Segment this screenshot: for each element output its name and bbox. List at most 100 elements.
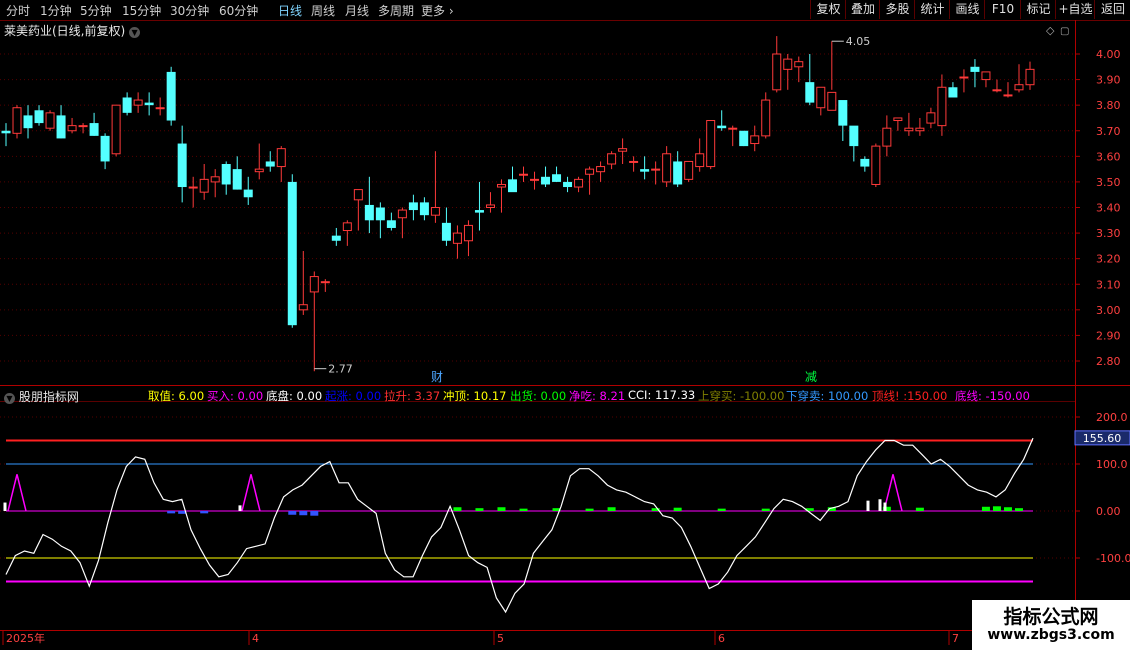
candle-body — [1003, 94, 1013, 97]
candle-body — [970, 66, 980, 72]
candle-body — [507, 179, 517, 193]
indicator-histogram-bar — [761, 508, 770, 511]
candle-body — [496, 183, 506, 188]
candle-body — [78, 125, 88, 128]
candle-body — [309, 276, 319, 293]
price-axis-label: 3.10 — [1096, 278, 1121, 291]
indicator-value-1: 买入: 0.00 — [207, 389, 264, 403]
candle-body — [1025, 68, 1035, 86]
candle-body — [552, 174, 562, 182]
indicator-histogram-bar — [1014, 508, 1023, 511]
date-axis-label: 6 — [718, 632, 725, 645]
low-price-label: 2.77 — [328, 363, 353, 376]
price-axis-label: 3.90 — [1096, 74, 1121, 87]
indicator-histogram-bar — [288, 511, 297, 515]
candle-body — [926, 112, 936, 124]
candle-body — [772, 53, 782, 91]
indicator-value-2: 底盘: 0.00 — [266, 389, 323, 403]
candle-body — [408, 202, 418, 211]
logo-line2: www.zbgs3.com — [987, 627, 1115, 643]
candle-body — [563, 181, 573, 188]
candle-body — [23, 115, 33, 129]
indicator-histogram-bar — [673, 507, 682, 511]
candle-body — [100, 135, 110, 162]
candle-body — [232, 169, 242, 190]
chart-canvas[interactable]: 4.00 3.90 3.80 3.70 3.60 3.50 3.40 3.30 3.20 3.10… — [0, 0, 1130, 650]
indicator-value-10: 下穿卖: 100.00 — [786, 389, 869, 403]
candle-body — [243, 189, 253, 198]
candle-body — [331, 235, 341, 241]
candle-body — [364, 204, 374, 221]
indicator-histogram-bar — [915, 507, 924, 511]
candle-body — [530, 178, 540, 181]
buy-signal-triangle — [883, 474, 903, 512]
chevron-down-icon[interactable]: ▼ — [4, 393, 15, 404]
candle-body — [585, 168, 595, 175]
date-axis-label: 4 — [252, 632, 259, 645]
candle-body — [640, 169, 650, 172]
candle-body — [474, 210, 484, 213]
price-axis-label: 2.80 — [1096, 355, 1121, 368]
candle-body — [419, 202, 429, 216]
candle-body — [397, 209, 407, 219]
price-axis-label: 3.30 — [1096, 227, 1121, 240]
candle-body — [827, 91, 837, 111]
candle-body — [618, 148, 628, 152]
candle-body — [177, 143, 187, 188]
candle-body — [937, 86, 947, 127]
candle-body — [221, 164, 231, 185]
candle-body — [541, 176, 551, 185]
price-axis-label: 3.80 — [1096, 99, 1121, 112]
logo-line1: 指标公式网 — [1003, 606, 1099, 628]
indicator-histogram-bar — [981, 506, 990, 511]
indicator-value-9: 上穿买: -100.00 — [698, 389, 785, 403]
indicator-axis-label: 0.00 — [1096, 505, 1121, 518]
candle-body — [948, 87, 958, 98]
current-value-label: 155.60 — [1083, 432, 1122, 445]
candle-body — [320, 281, 330, 284]
candle-body — [673, 161, 683, 185]
indicator-value-11: 顶线! :150.00 — [872, 389, 948, 403]
candle-body — [276, 148, 286, 168]
indicator-histogram-bar — [167, 511, 176, 514]
indicator-histogram-bar — [475, 508, 484, 511]
candle-body — [684, 160, 694, 180]
indicator-histogram-bar — [310, 511, 319, 516]
candle-body — [915, 127, 925, 132]
candle-body — [133, 99, 143, 106]
indicator-title: ▼ 股朋指标网 — [4, 388, 79, 405]
candle-body — [596, 166, 606, 173]
candle-body — [706, 120, 716, 168]
candle-body — [860, 158, 870, 167]
candle-body — [904, 127, 914, 132]
candle-body — [265, 161, 275, 167]
site-logo: 指标公式网 www.zbgs3.com — [972, 600, 1130, 650]
candle-body — [430, 207, 440, 216]
candle-body — [463, 224, 473, 242]
candle-body — [56, 115, 66, 139]
candle-body — [893, 117, 903, 122]
indicator-histogram-bar — [453, 507, 462, 511]
candle-body — [783, 58, 793, 70]
indicator-histogram-bar — [992, 506, 1001, 511]
price-axis-label: 3.00 — [1096, 304, 1121, 317]
indicator-histogram-bar — [1003, 507, 1012, 511]
candle-body — [452, 232, 462, 244]
indicator-value-3: 起涨: 0.00 — [325, 389, 382, 403]
event-marker-finance: 财 — [431, 370, 443, 384]
price-axis-label: 3.40 — [1096, 202, 1121, 215]
candle-body — [695, 153, 705, 168]
candle-body — [441, 222, 451, 241]
candle-body — [574, 178, 584, 188]
indicator-histogram-bar — [717, 508, 726, 511]
indicator-value-6: 出货: 0.00 — [510, 389, 567, 403]
candle-body — [717, 125, 727, 129]
candle-body — [1, 130, 11, 134]
candle-body — [871, 145, 881, 185]
candle-body — [519, 173, 529, 176]
event-marker-reduce: 减 — [805, 370, 817, 384]
diamond-icon: ◇ — [1046, 24, 1055, 37]
indicator-value-0: 取值: 6.00 — [148, 389, 205, 403]
candle-body — [386, 220, 396, 228]
candle-body — [794, 61, 804, 68]
